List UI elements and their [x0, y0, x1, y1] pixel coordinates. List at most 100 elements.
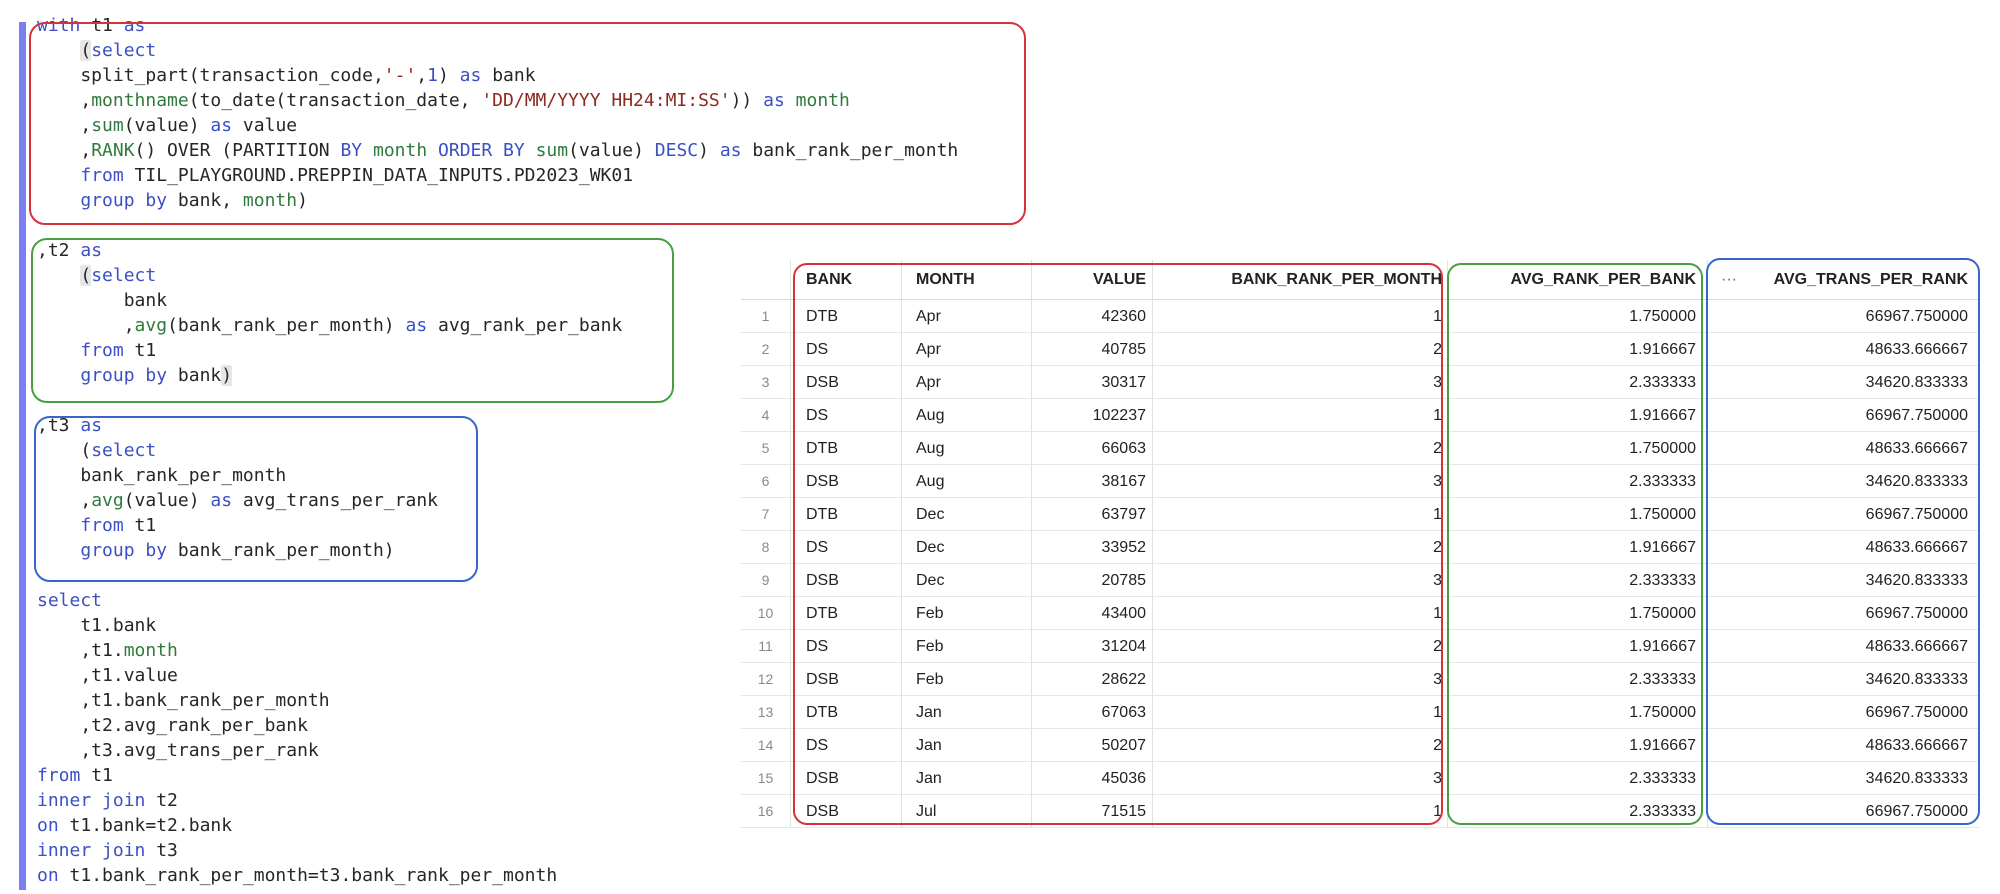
table-row[interactable]: 9 DSB Dec 20785 3 2.333333 34620.833333	[741, 564, 1979, 597]
cell-month[interactable]: Dec	[906, 531, 1026, 564]
cell-avg-rank-per-bank[interactable]: 1.916667	[1451, 630, 1696, 663]
cell-bank-rank-per-month[interactable]: 3	[1157, 564, 1442, 597]
row-number[interactable]: 10	[741, 597, 790, 630]
results-grid[interactable]: BANK MONTH VALUE BANK_RANK_PER_MONTH AVG…	[741, 260, 1979, 828]
column-header-month[interactable]: MONTH	[906, 260, 1026, 300]
cell-value[interactable]: 31204	[1036, 630, 1147, 663]
cell-avg-trans-per-rank[interactable]: 66967.750000	[1711, 300, 1968, 333]
table-row[interactable]: 16 DSB Jul 71515 1 2.333333 66967.750000	[741, 795, 1979, 828]
cell-bank[interactable]: DTB	[798, 300, 898, 333]
cell-bank[interactable]: DTB	[798, 432, 898, 465]
cell-avg-rank-per-bank[interactable]: 1.916667	[1451, 399, 1696, 432]
cell-bank[interactable]: DS	[798, 399, 898, 432]
column-header-avg-rank-per-bank[interactable]: AVG_RANK_PER_BANK	[1451, 260, 1696, 300]
cell-value[interactable]: 20785	[1036, 564, 1147, 597]
cell-value[interactable]: 38167	[1036, 465, 1147, 498]
cell-avg-rank-per-bank[interactable]: 1.750000	[1451, 300, 1696, 333]
cell-value[interactable]: 66063	[1036, 432, 1147, 465]
cell-month[interactable]: Jan	[906, 762, 1026, 795]
cell-bank-rank-per-month[interactable]: 3	[1157, 366, 1442, 399]
cell-month[interactable]: Apr	[906, 366, 1026, 399]
table-row[interactable]: 5 DTB Aug 66063 2 1.750000 48633.666667	[741, 432, 1979, 465]
cell-avg-trans-per-rank[interactable]: 66967.750000	[1711, 597, 1968, 630]
row-number[interactable]: 8	[741, 531, 790, 564]
column-header-value[interactable]: VALUE	[1036, 260, 1146, 300]
cell-avg-trans-per-rank[interactable]: 34620.833333	[1711, 663, 1968, 696]
table-row[interactable]: 12 DSB Feb 28622 3 2.333333 34620.833333	[741, 663, 1979, 696]
cell-avg-rank-per-bank[interactable]: 1.750000	[1451, 597, 1696, 630]
cell-avg-trans-per-rank[interactable]: 66967.750000	[1711, 498, 1968, 531]
cell-bank-rank-per-month[interactable]: 3	[1157, 762, 1442, 795]
cell-avg-trans-per-rank[interactable]: 34620.833333	[1711, 366, 1968, 399]
cell-avg-trans-per-rank[interactable]: 66967.750000	[1711, 399, 1968, 432]
table-row[interactable]: 6 DSB Aug 38167 3 2.333333 34620.833333	[741, 465, 1979, 498]
cell-bank[interactable]: DS	[798, 531, 898, 564]
table-row[interactable]: 3 DSB Apr 30317 3 2.333333 34620.833333	[741, 366, 1979, 399]
cell-avg-rank-per-bank[interactable]: 2.333333	[1451, 564, 1696, 597]
row-number[interactable]: 11	[741, 630, 790, 663]
row-number[interactable]: 3	[741, 366, 790, 399]
cell-month[interactable]: Feb	[906, 597, 1026, 630]
cell-avg-rank-per-bank[interactable]: 2.333333	[1451, 663, 1696, 696]
cell-bank[interactable]: DS	[798, 729, 898, 762]
cell-bank[interactable]: DSB	[798, 663, 898, 696]
row-number[interactable]: 6	[741, 465, 790, 498]
cell-bank[interactable]: DSB	[798, 795, 898, 828]
table-row[interactable]: 15 DSB Jan 45036 3 2.333333 34620.833333	[741, 762, 1979, 795]
cell-month[interactable]: Jan	[906, 696, 1026, 729]
column-header-avg-trans-per-rank[interactable]: AVG_TRANS_PER_RANK	[1746, 260, 1968, 300]
row-number[interactable]: 15	[741, 762, 790, 795]
cell-value[interactable]: 63797	[1036, 498, 1147, 531]
cell-value[interactable]: 40785	[1036, 333, 1147, 366]
cell-avg-rank-per-bank[interactable]: 1.750000	[1451, 696, 1696, 729]
cell-avg-trans-per-rank[interactable]: 48633.666667	[1711, 333, 1968, 366]
cell-month[interactable]: Feb	[906, 630, 1026, 663]
cell-bank-rank-per-month[interactable]: 2	[1157, 432, 1442, 465]
cell-bank-rank-per-month[interactable]: 2	[1157, 729, 1442, 762]
cell-bank-rank-per-month[interactable]: 1	[1157, 597, 1442, 630]
cell-month[interactable]: Jul	[906, 795, 1026, 828]
cell-bank-rank-per-month[interactable]: 2	[1157, 333, 1442, 366]
table-row[interactable]: 7 DTB Dec 63797 1 1.750000 66967.750000	[741, 498, 1979, 531]
cell-avg-trans-per-rank[interactable]: 48633.666667	[1711, 432, 1968, 465]
row-number[interactable]: 5	[741, 432, 790, 465]
cell-month[interactable]: Apr	[906, 300, 1026, 333]
cell-month[interactable]: Apr	[906, 333, 1026, 366]
cell-bank[interactable]: DSB	[798, 762, 898, 795]
cell-bank-rank-per-month[interactable]: 3	[1157, 465, 1442, 498]
row-number[interactable]: 2	[741, 333, 790, 366]
cell-avg-trans-per-rank[interactable]: 34620.833333	[1711, 564, 1968, 597]
cell-month[interactable]: Aug	[906, 399, 1026, 432]
cell-value[interactable]: 71515	[1036, 795, 1147, 828]
cell-bank[interactable]: DS	[798, 630, 898, 663]
column-header-bank-rank-per-month[interactable]: BANK_RANK_PER_MONTH	[1157, 260, 1442, 300]
cell-value[interactable]: 50207	[1036, 729, 1147, 762]
table-row[interactable]: 11 DS Feb 31204 2 1.916667 48633.666667	[741, 630, 1979, 663]
cell-value[interactable]: 45036	[1036, 762, 1147, 795]
cell-avg-trans-per-rank[interactable]: 34620.833333	[1711, 762, 1968, 795]
cell-avg-rank-per-bank[interactable]: 1.916667	[1451, 333, 1696, 366]
table-row[interactable]: 14 DS Jan 50207 2 1.916667 48633.666667	[741, 729, 1979, 762]
cell-avg-rank-per-bank[interactable]: 1.916667	[1451, 729, 1696, 762]
cell-month[interactable]: Aug	[906, 465, 1026, 498]
cell-month[interactable]: Feb	[906, 663, 1026, 696]
more-options-icon[interactable]: ···	[1721, 260, 1737, 300]
cell-month[interactable]: Dec	[906, 564, 1026, 597]
cell-bank[interactable]: DTB	[798, 498, 898, 531]
cell-avg-rank-per-bank[interactable]: 2.333333	[1451, 795, 1696, 828]
row-number[interactable]: 9	[741, 564, 790, 597]
cell-avg-rank-per-bank[interactable]: 2.333333	[1451, 366, 1696, 399]
cell-bank[interactable]: DSB	[798, 564, 898, 597]
cell-bank[interactable]: DTB	[798, 597, 898, 630]
cell-month[interactable]: Dec	[906, 498, 1026, 531]
table-row[interactable]: 1 DTB Apr 42360 1 1.750000 66967.750000	[741, 300, 1979, 333]
cell-bank[interactable]: DS	[798, 333, 898, 366]
cell-bank-rank-per-month[interactable]: 3	[1157, 663, 1442, 696]
cell-avg-trans-per-rank[interactable]: 66967.750000	[1711, 696, 1968, 729]
row-number[interactable]: 16	[741, 795, 790, 828]
cell-bank[interactable]: DTB	[798, 696, 898, 729]
cell-value[interactable]: 28622	[1036, 663, 1147, 696]
cell-bank-rank-per-month[interactable]: 1	[1157, 399, 1442, 432]
row-number[interactable]: 13	[741, 696, 790, 729]
cell-value[interactable]: 33952	[1036, 531, 1147, 564]
